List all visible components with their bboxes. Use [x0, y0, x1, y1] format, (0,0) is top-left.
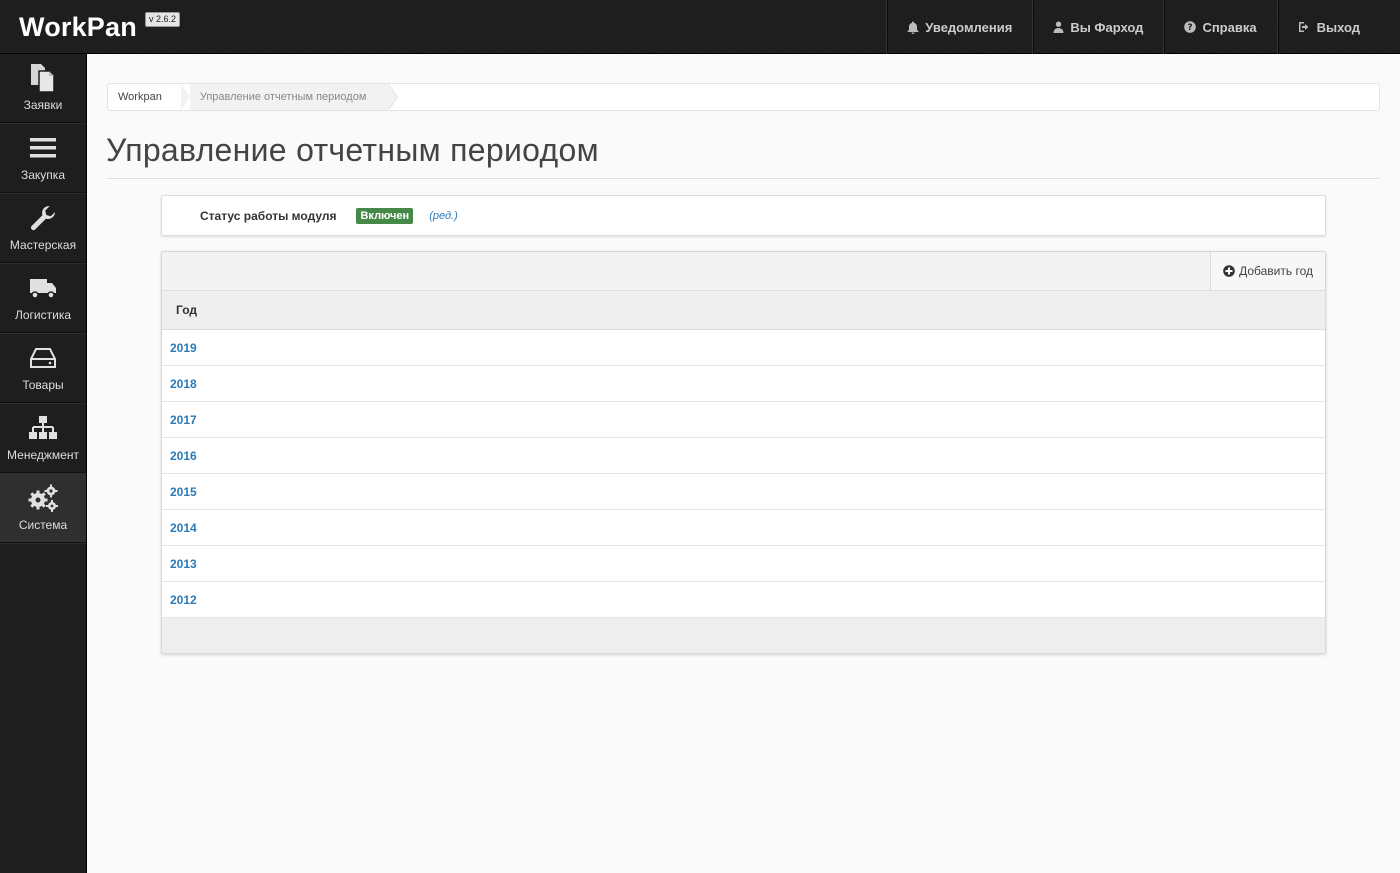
sidebar-item-label: Логистика	[14, 308, 71, 322]
sidebar-item-requests[interactable]: Заявки	[0, 54, 86, 124]
sidebar-item-label: Менеджмент	[7, 448, 79, 462]
help-label: Справка	[1202, 19, 1257, 35]
sidebar: Заявки Закупка Мастерская Логистика Това…	[0, 54, 87, 873]
sign-out-icon	[1298, 22, 1309, 32]
brand-logo[interactable]: WorkPan	[19, 12, 137, 43]
wrench-icon	[29, 202, 57, 234]
year-link[interactable]: 2018	[170, 377, 197, 391]
sidebar-item-label: Система	[18, 518, 68, 532]
version-badge: v 2.6.2	[145, 12, 181, 27]
sidebar-item-system[interactable]: Система	[0, 474, 86, 544]
column-header-year: Год	[162, 291, 1325, 330]
bell-icon	[907, 21, 919, 34]
logout-link[interactable]: Выход	[1276, 0, 1380, 54]
sidebar-item-label: Товары	[22, 378, 64, 392]
sidebar-item-logistics[interactable]: Логистика	[0, 264, 86, 334]
table-row: 2019	[162, 330, 1325, 366]
documents-icon	[29, 62, 57, 94]
svg-text:?: ?	[1188, 23, 1193, 33]
table-row: 2013	[162, 546, 1325, 582]
user-profile-link[interactable]: Вы Фарход	[1032, 0, 1163, 54]
list-icon	[30, 132, 56, 164]
status-badge: Включен	[356, 207, 414, 224]
year-link[interactable]: 2012	[170, 593, 197, 607]
sidebar-item-workshop[interactable]: Мастерская	[0, 194, 86, 264]
sidebar-item-label: Заявки	[23, 98, 63, 112]
add-year-label: Добавить год	[1239, 264, 1313, 278]
module-status-panel: Статус работы модуля Включен (ред.)	[161, 195, 1326, 236]
year-link[interactable]: 2019	[170, 341, 197, 355]
cogs-icon	[27, 482, 59, 514]
year-link[interactable]: 2016	[170, 449, 197, 463]
help-link[interactable]: ? Справка	[1163, 0, 1276, 54]
table-row: 2014	[162, 510, 1325, 546]
status-label: Статус работы модуля	[200, 208, 337, 223]
truck-icon	[28, 272, 58, 304]
breadcrumb-home[interactable]: Workpan	[108, 84, 190, 110]
logout-label: Выход	[1316, 19, 1360, 35]
table-row: 2012	[162, 582, 1325, 618]
table-row: 2018	[162, 366, 1325, 402]
sidebar-item-goods[interactable]: Товары	[0, 334, 86, 404]
year-link[interactable]: 2014	[170, 521, 197, 535]
table-row: 2015	[162, 474, 1325, 510]
year-link[interactable]: 2017	[170, 413, 197, 427]
title-divider	[106, 178, 1381, 179]
table-row: 2016	[162, 438, 1325, 474]
notifications-label: Уведомления	[925, 19, 1013, 35]
sitemap-icon	[29, 412, 57, 444]
years-table-panel: Добавить год Год 2019 2018 2017 2016 201…	[161, 251, 1326, 654]
user-icon	[1053, 21, 1064, 33]
user-label: Вы Фарход	[1070, 19, 1144, 35]
question-circle-icon: ?	[1184, 21, 1197, 33]
breadcrumb: Workpan Управление отчетным периодом	[107, 83, 1380, 111]
year-link[interactable]: 2013	[170, 557, 197, 571]
sidebar-item-purchasing[interactable]: Закупка	[0, 124, 86, 194]
main-content: Workpan Управление отчетным периодом Упр…	[88, 54, 1400, 873]
table-row: 2017	[162, 402, 1325, 438]
year-link[interactable]: 2015	[170, 485, 197, 499]
breadcrumb-current: Управление отчетным периодом	[189, 84, 398, 110]
table-toolbar: Добавить год	[162, 252, 1325, 291]
sidebar-item-label: Мастерская	[9, 238, 77, 252]
page-title: Управление отчетным периодом	[106, 132, 599, 168]
sidebar-item-management[interactable]: Менеджмент	[0, 404, 86, 474]
top-navbar: WorkPan v 2.6.2 Уведомления Вы Фарход ? …	[0, 0, 1400, 54]
status-edit-link[interactable]: (ред.)	[429, 210, 458, 222]
plus-circle-icon	[1223, 265, 1235, 277]
top-nav-menu: Уведомления Вы Фарход ? Справка Выход	[886, 0, 1380, 54]
add-year-button[interactable]: Добавить год	[1210, 252, 1325, 290]
hdd-icon	[30, 342, 56, 374]
table-footer	[162, 618, 1325, 653]
sidebar-item-label: Закупка	[21, 168, 65, 182]
notifications-link[interactable]: Уведомления	[886, 0, 1032, 54]
